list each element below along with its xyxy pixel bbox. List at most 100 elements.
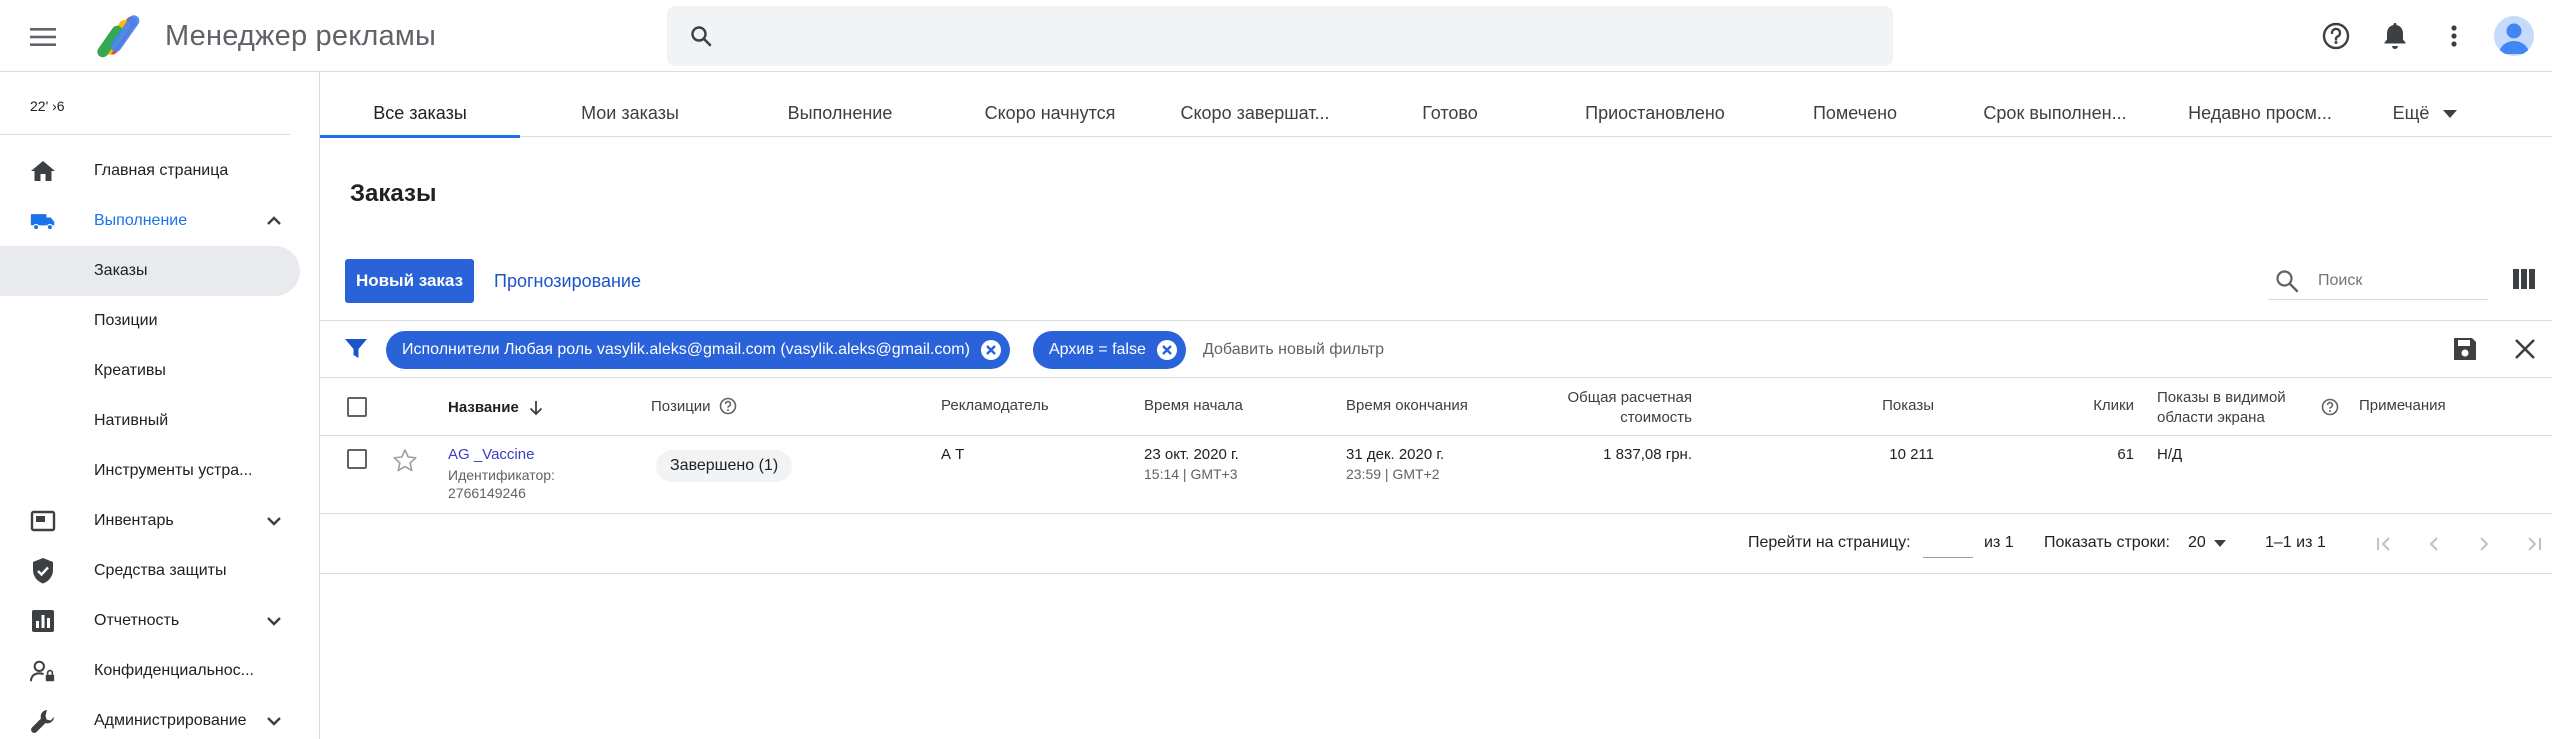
filter-icon[interactable] [344,337,370,363]
positions-status-chip[interactable]: Завершено (1) [656,450,793,482]
sidebar-item-line-items[interactable]: Позиции [0,296,300,346]
tab-label: Срок выполнен... [1983,103,2127,123]
account-avatar[interactable] [2494,16,2534,56]
arrow-drop-down-icon [2213,539,2226,547]
sidebar-item-label: Отчетность [94,612,180,629]
rows-per-page-select[interactable]: 20 [2188,534,2226,552]
sidebar-item-label: Креативы [94,362,166,379]
total-cost-cell: 1 837,08 грн. [1603,446,1692,463]
tab-ready[interactable]: Готово [1350,90,1550,137]
tab-completed-soon[interactable]: Срок выполнен... [1950,90,2160,137]
column-header-advertiser[interactable]: Рекламодатель [941,397,1049,414]
select-all-checkbox[interactable] [347,397,367,417]
chevron-down-icon[interactable] [262,509,286,533]
table-search[interactable] [2268,262,2488,300]
arrow-downward-icon [529,400,543,416]
column-header-viewable-impressions[interactable]: Показы в видимой области экрана [2157,388,2286,428]
columns-icon[interactable] [2512,268,2538,294]
column-header-name[interactable]: Название [448,399,543,416]
sidebar-item-inventory[interactable]: Инвентарь [0,496,300,546]
sidebar-item-creatives[interactable]: Креативы [0,346,300,396]
top-app-bar: Менеджер рекламы [0,0,2552,72]
arrow-drop-down-icon [2443,109,2458,118]
sidebar-item-protections[interactable]: Средства защиты [0,546,300,596]
new-order-button[interactable]: Новый заказ [345,259,474,303]
sidebar-item-reporting[interactable]: Отчетность [0,596,300,646]
previous-page-icon[interactable] [2422,532,2446,556]
tab-starred[interactable]: Помечено [1760,90,1950,137]
more-vert-icon[interactable] [2436,18,2472,54]
truck-icon [30,208,56,234]
chevron-down-icon[interactable] [262,609,286,633]
save-icon[interactable] [2452,336,2480,364]
sidebar-item-label: Средства защиты [94,562,227,579]
tab-delivering[interactable]: Выполнение [740,90,940,137]
star-icon[interactable] [392,448,418,474]
column-header-label: области экрана [2157,409,2265,426]
forecast-button[interactable]: Прогнозирование [494,259,641,303]
chevron-down-icon[interactable] [262,709,286,733]
tab-ending-soon[interactable]: Скоро завершат... [1160,90,1350,137]
row-checkbox[interactable] [347,449,367,469]
sidebar-item-device-tools[interactable]: Инструменты устра... [0,446,300,496]
tab-starting-soon[interactable]: Скоро начнутся [940,90,1160,137]
order-name-link[interactable]: AG _Vaccine [448,446,534,464]
column-header-impressions[interactable]: Показы [1820,397,1934,414]
filter-chip-archive[interactable]: Архив = false [1033,331,1186,369]
tab-label: Недавно просм... [2188,103,2332,123]
next-page-icon[interactable] [2472,532,2496,556]
help-icon[interactable] [719,397,737,415]
add-filter-input[interactable]: Добавить новый фильтр [1203,331,1384,369]
last-page-icon[interactable] [2522,532,2546,556]
tab-label: Скоро завершат... [1180,103,1330,123]
close-icon[interactable] [2512,336,2540,364]
filter-chip-traffickers[interactable]: Исполнители Любая роль vasylik.aleks@gma… [386,331,1010,369]
column-header-total-cost[interactable]: Общая расчетная стоимость [1550,388,1692,428]
sidebar-item-label: Выполнение [94,212,188,229]
search-icon [689,24,713,48]
column-header-positions[interactable]: Позиции [651,397,737,415]
ad-manager-logo [94,10,146,62]
tab-paused[interactable]: Приостановлено [1550,90,1760,137]
sidebar-item-home[interactable]: Главная страница [0,146,300,196]
table-search-input[interactable] [2318,266,2478,296]
first-page-icon[interactable] [2372,532,2396,556]
column-header-label: Показы в видимой [2157,389,2286,406]
filter-chip-label: Исполнители Любая роль vasylik.aleks@gma… [402,341,970,358]
column-header-notes[interactable]: Примечания [2359,397,2446,414]
table-row[interactable]: AG _Vaccine Идентификатор: 2766149246 За… [320,436,2552,514]
help-icon[interactable] [2321,398,2339,416]
sidebar-item-admin[interactable]: Администрирование [0,696,300,739]
tab-label: Скоро начнутся [984,103,1116,123]
privacy-icon [30,658,56,684]
tab-all-orders[interactable]: Все заказы [320,90,520,138]
close-icon[interactable] [1156,339,1178,361]
column-header-label: Позиции [651,397,711,415]
tab-more[interactable]: Ещё [2360,90,2490,137]
sidebar-item-label: Инвентарь [94,512,174,529]
sidebar-item-native[interactable]: Нативный [0,396,300,446]
page-range-label: 1–1 из 1 [2265,534,2326,551]
tab-recently-viewed[interactable]: Недавно просм... [2160,90,2360,137]
menu-icon[interactable] [26,20,60,54]
sidebar-item-privacy[interactable]: Конфиденциальнос... [0,646,300,696]
table-header: Название Позиции Рекламодатель Время нач… [320,378,2552,436]
global-search-bar[interactable] [667,6,1893,66]
sidebar-item-orders[interactable]: Заказы [0,246,300,296]
close-icon[interactable] [980,339,1002,361]
sidebar-item-delivery[interactable]: Выполнение [0,196,300,246]
sidebar-item-label: Заказы [94,262,148,279]
global-search-input[interactable] [729,6,1879,66]
chevron-up-icon[interactable] [262,209,286,233]
pagination-bar: Перейти на страницу: из 1 Показать строк… [320,514,2552,574]
tab-my-orders[interactable]: Мои заказы [520,90,740,137]
help-icon[interactable] [2318,18,2354,54]
page-title: Заказы [350,180,437,207]
goto-page-input[interactable] [1923,528,1973,558]
column-header-end-time[interactable]: Время окончания [1346,397,1468,414]
column-header-label: Общая расчетная [1567,389,1692,406]
column-header-start-time[interactable]: Время начала [1144,397,1243,414]
notifications-icon[interactable] [2377,18,2413,54]
column-header-clicks[interactable]: Клики [2020,397,2134,414]
sidebar-divider [0,134,290,135]
